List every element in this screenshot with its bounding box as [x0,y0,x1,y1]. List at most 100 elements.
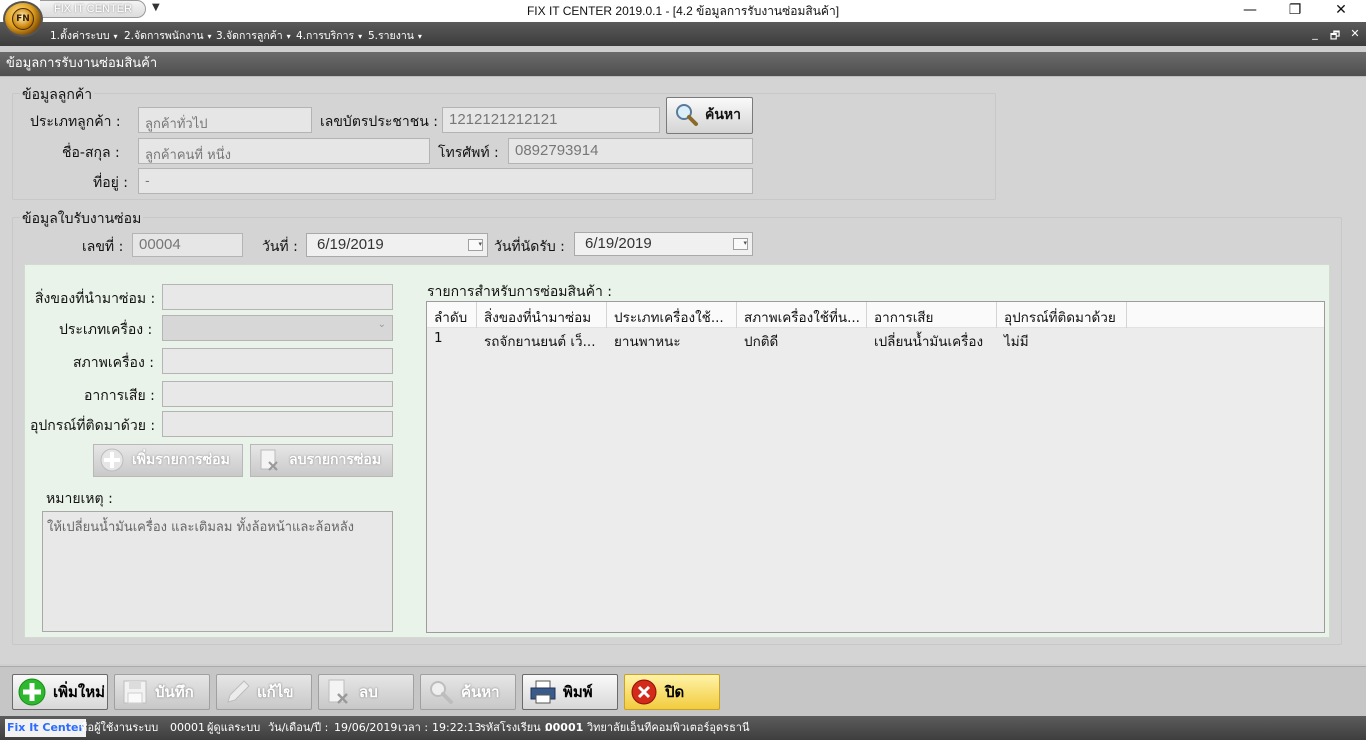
status-school-code: 00001 [545,721,584,734]
grid-cell: 1 [434,330,443,346]
save-button[interactable]: บันทึก [114,674,210,710]
status-school-code-label: รหัสโรงเรียน : [480,721,548,734]
accessory-input[interactable] [162,411,393,437]
customer-search-label: ค้นหา [705,107,742,123]
new-button[interactable]: เพิ่มใหม่ [12,674,108,710]
title-bar: FIX IT CENTER ▼ FIX IT CENTER 2019.0.1 -… [0,0,1366,22]
floppy-icon [123,680,147,704]
calendar-dropdown-icon[interactable]: ▾ [468,239,483,251]
column-header[interactable]: อาการเสีย [867,302,997,328]
mdi-restore-button[interactable]: 🗗 [1326,27,1344,46]
customer-search-button[interactable]: ค้นหา [666,97,753,134]
status-school-name: วิทยาลัยเอ็นทีคอมพิวเตอร์อุดรธานี [587,721,750,734]
add-repair-item-label: เพิ่มรายการซ่อม [132,452,230,468]
customer-type-label: ประเภทลูกค้า : [30,114,121,130]
app-menu-orb[interactable]: FN [3,1,43,37]
accessory-label: อุปกรณ์ที่ติดมาด้วย : [30,418,156,434]
save-button-label: บันทึก [155,683,194,701]
column-header[interactable]: อุปกรณ์ที่ติดมาด้วย [997,302,1127,328]
id-card-label: เลขบัตรประชาชน : [320,114,438,130]
close-icon [631,679,657,705]
menu-employees[interactable]: 2.จัดการพนักงาน ▾ [124,27,212,44]
id-card-field[interactable]: 1212121212121 [442,107,660,133]
add-repair-item-button[interactable]: เพิ่มรายการซ่อม [93,444,243,477]
item-input[interactable] [162,284,393,310]
grid-cell: ปกติดี [744,334,779,350]
column-header[interactable]: ลำดับ [427,302,477,328]
menu-services-label: 4.การบริการ [296,30,355,42]
status-time-value: 19:22:13 [432,721,482,734]
customer-type-field[interactable]: ลูกค้าทั่วไป [138,107,312,133]
menu-bar: 1.ตั้งค่าระบบ ▾ 2.จัดการพนักงาน ▾ 3.จัดการ… [0,22,1366,46]
status-user-code: 00001 [170,721,205,734]
device-type-select[interactable]: ⌄ [162,315,393,341]
remove-repair-item-button[interactable]: ลบรายการซ่อม [250,444,393,477]
menu-settings[interactable]: 1.ตั้งค่าระบบ ▾ [50,27,118,44]
phone-field[interactable]: 0892793914 [508,138,753,164]
name-field[interactable]: ลูกค้าคนที่ หนึ่ง [138,138,430,164]
app-logo-icon: FN [12,8,34,30]
status-user-label: ชื่อผู้ใช้งานระบบ [80,721,159,734]
edit-button-label: แก้ไข [257,683,294,701]
plus-icon [100,448,124,472]
form-title: ข้อมูลการรับงานซ่อมสินค้า [0,52,1366,76]
appointment-date-picker[interactable]: 6/19/2019 ▾ [574,232,753,256]
pencil-icon [227,680,250,703]
search-button[interactable]: ค้นหา [420,674,516,710]
notes-label: หมายเหตุ : [46,491,113,507]
close-window-button[interactable]: ✕ [1318,0,1364,22]
magnifier-icon [676,104,698,126]
magnifier-icon [430,681,453,704]
customer-group-title: ข้อมูลลูกค้า [20,84,95,106]
search-button-label: ค้นหา [461,683,500,701]
condition-input[interactable] [162,348,393,374]
window-title: FIX IT CENTER 2019.0.1 - [4.2 ข้อมูลการร… [526,4,840,18]
condition-label: สภาพเครื่อง : [73,355,154,371]
edit-button[interactable]: แก้ไข [216,674,312,710]
new-button-label: เพิ่มใหม่ [53,683,106,701]
delete-doc-icon [328,679,348,704]
maximize-button[interactable]: ❐ [1272,0,1318,22]
mdi-close-button[interactable]: ✕ [1346,27,1364,40]
ticket-no-field[interactable]: 00004 [132,233,243,257]
grid-header: ลำดับ สิ่งของที่นำมาซ่อม ประเภทเครื่องใช… [427,302,1324,328]
menu-reports[interactable]: 5.รายงาน ▾ [368,27,422,44]
menu-employees-label: 2.จัดการพนักงาน [124,30,204,42]
column-header[interactable]: สิ่งของที่นำมาซ่อม [477,302,607,328]
menu-customers[interactable]: 3.จัดการลูกค้า ▾ [216,27,291,44]
appointment-date-value: 6/19/2019 [585,235,652,252]
repair-list-grid[interactable]: ลำดับ สิ่งของที่นำมาซ่อม ประเภทเครื่องใช… [426,301,1325,633]
menu-customers-label: 3.จัดการลูกค้า [216,30,283,42]
ticket-date-value: 6/19/2019 [317,236,384,253]
menu-reports-label: 5.รายงาน [368,30,414,42]
print-button[interactable]: พิมพ์ [522,674,618,710]
status-app-name: Fix It Center [5,719,86,737]
chevron-down-icon: ▾ [207,32,212,41]
column-header[interactable]: ประเภทเครื่องใช้... [607,302,737,328]
symptom-input[interactable] [162,381,393,407]
printer-icon [530,680,556,704]
column-header[interactable]: สภาพเครื่องใช้ที่น... [737,302,867,328]
chevron-down-icon: ▾ [417,32,422,41]
address-label: ที่อยู่ : [93,175,129,191]
calendar-dropdown-icon[interactable]: ▾ [733,238,748,250]
delete-button[interactable]: ลบ [318,674,414,710]
ticket-date-picker[interactable]: 6/19/2019 ▾ [306,233,488,257]
name-label: ชื่อ-สกุล : [62,145,120,161]
address-field[interactable]: - [138,168,753,194]
close-button[interactable]: ปิด [624,674,720,710]
delete-doc-icon [260,449,278,471]
notes-textarea[interactable]: ให้เปลี่ยนน้ำมันเครื่อง และเติมลม ทั้งล้… [42,511,393,632]
chevron-down-icon: ▾ [113,32,118,41]
minimize-button[interactable]: — [1227,0,1273,22]
plus-icon [18,678,46,706]
chevron-down-icon: ▾ [358,32,363,41]
item-label: สิ่งของที่นำมาซ่อม : [35,291,156,307]
chevron-down-icon: ⌄ [377,319,386,330]
mdi-minimize-button[interactable]: _ [1306,27,1324,40]
grid-cell: ไม่มี [1004,334,1029,350]
menu-services[interactable]: 4.การบริการ ▾ [296,27,362,44]
status-bar: Fix It Center ชื่อผู้ใช้งานระบบ 00001 ผู… [0,716,1366,740]
grid-cell: เปลี่ยนน้ำมันเครื่อง [874,334,984,350]
ticket-date-label: วันที่ : [262,239,298,255]
